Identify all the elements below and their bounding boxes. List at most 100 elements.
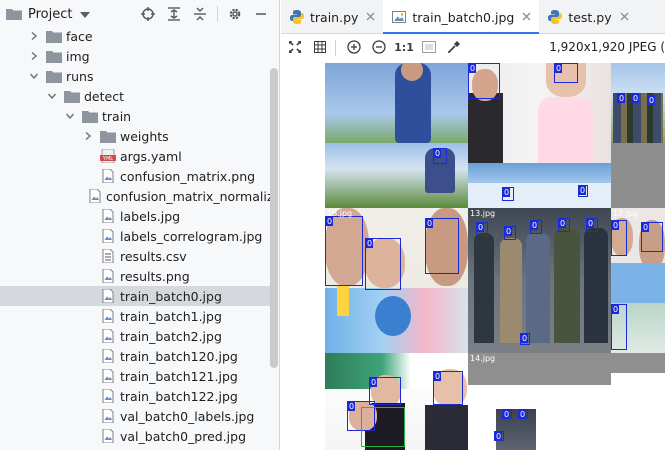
- tree-item[interactable]: face: [0, 28, 272, 46]
- project-title[interactable]: Project: [28, 7, 72, 22]
- tree-item[interactable]: labels_correlogram.jpg: [0, 226, 272, 246]
- python-file-icon: [289, 9, 305, 25]
- tree-item-label: labels_correlogram.jpg: [120, 228, 263, 244]
- tree-item-label: args.yaml: [120, 148, 182, 164]
- tree-item-label: detect: [84, 88, 124, 104]
- detection-box: 0: [617, 93, 626, 103]
- detection-class-label: 0: [503, 188, 511, 197]
- tree-item[interactable]: results.png: [0, 266, 272, 286]
- tree-item[interactable]: train_batch0.jpg: [0, 286, 272, 306]
- close-icon[interactable]: [522, 11, 531, 24]
- collapse-all-icon[interactable]: [187, 5, 213, 23]
- image-info: 1,920x1,920 JPEG (: [549, 40, 665, 54]
- background-icon[interactable]: [418, 36, 440, 58]
- chevron-right-icon[interactable]: [28, 30, 40, 42]
- image-tile: [611, 143, 665, 208]
- detection-box: 0: [641, 222, 663, 252]
- tree-item[interactable]: train_batch121.jpg: [0, 366, 272, 386]
- tree-item[interactable]: runs: [0, 66, 272, 86]
- detection-box: 0: [586, 218, 598, 232]
- tree-item[interactable]: results.csv: [0, 246, 272, 266]
- detection-class-label: 0: [618, 94, 626, 103]
- tree-item[interactable]: train_batch2.jpg: [0, 326, 272, 346]
- chevron-right-icon[interactable]: [28, 50, 40, 62]
- detection-box: 0: [611, 304, 627, 350]
- folder-icon: [46, 29, 62, 43]
- detection-class-label: 0: [555, 64, 563, 73]
- image-file-icon: [100, 209, 116, 223]
- locate-icon[interactable]: [135, 5, 161, 23]
- tree-item-label: face: [66, 28, 93, 44]
- tree-item[interactable]: val_batch0_pred.jpg: [0, 426, 272, 446]
- tile-filename: 18.jpg: [327, 209, 353, 218]
- chevron-down-icon[interactable]: [80, 12, 91, 18]
- image-file-icon: [100, 269, 116, 283]
- chevron-down-icon[interactable]: [46, 90, 58, 102]
- editor-tab[interactable]: test.py: [539, 0, 636, 34]
- tree-item[interactable]: YML args.yaml: [0, 146, 272, 166]
- tree-item[interactable]: detect: [0, 86, 272, 106]
- editor-area: train.py train_batch0.jpg test.py 1:1 1,92…: [281, 0, 665, 450]
- tree-item[interactable]: confusion_matrix_normalized.png: [0, 186, 272, 206]
- gear-icon[interactable]: [222, 5, 248, 23]
- detection-class-label: 0: [503, 410, 511, 419]
- detection-class-label: 0: [426, 219, 434, 228]
- grid-icon[interactable]: [309, 36, 331, 58]
- chevron-right-icon[interactable]: [82, 130, 94, 142]
- detection-box: 0: [433, 148, 447, 164]
- image-file-icon: [100, 429, 116, 443]
- detection-box: 0: [365, 238, 401, 290]
- tree-item[interactable]: train_batch120.jpg: [0, 346, 272, 366]
- detection-box: 0: [504, 226, 516, 240]
- detection-class-label: 0: [370, 378, 378, 387]
- tree-item-label: train_batch122.jpg: [120, 388, 238, 404]
- detection-class-label: 0: [434, 149, 442, 158]
- chevron-down-icon[interactable]: [28, 70, 40, 82]
- folder-icon: [100, 129, 116, 143]
- tab-label: test.py: [568, 9, 612, 25]
- image-tile: 0 0: [468, 163, 611, 208]
- chevron-down-icon[interactable]: [64, 110, 76, 122]
- detection-class-label: 0: [505, 227, 513, 236]
- close-icon[interactable]: [620, 11, 629, 24]
- zoom-out-icon[interactable]: [368, 36, 390, 58]
- detection-box: [361, 407, 405, 447]
- detection-class-label: 0: [642, 223, 650, 232]
- tree-item[interactable]: val_batch0_labels.jpg: [0, 406, 272, 426]
- detection-class-label: 0: [579, 186, 587, 195]
- tree-item[interactable]: train_batch1.jpg: [0, 306, 272, 326]
- expand-all-icon[interactable]: [161, 5, 187, 23]
- close-icon[interactable]: [366, 11, 375, 24]
- editor-tab[interactable]: train.py: [281, 0, 383, 34]
- tree-item[interactable]: labels.jpg: [0, 206, 272, 226]
- project-tree: face img runs detect train weights YML args.yam…: [0, 28, 272, 450]
- tab-label: train.py: [310, 9, 359, 25]
- tree-scrollbar[interactable]: [270, 68, 278, 368]
- tree-item[interactable]: train: [0, 106, 272, 126]
- image-file-icon: [100, 409, 116, 423]
- zoom-in-icon[interactable]: [343, 36, 365, 58]
- tree-item[interactable]: img: [0, 46, 272, 66]
- tree-item[interactable]: train_batch122.jpg: [0, 386, 272, 406]
- color-picker-icon[interactable]: [443, 36, 465, 58]
- actual-size-button[interactable]: 1:1: [393, 36, 415, 58]
- detection-class-label: 0: [612, 305, 620, 314]
- editor-tab[interactable]: train_batch0.jpg: [383, 0, 540, 35]
- project-header: Project: [0, 0, 280, 28]
- tree-item-label: results.csv: [120, 248, 187, 264]
- image-file-icon: [100, 349, 116, 363]
- tree-item[interactable]: weights: [0, 126, 272, 146]
- fit-to-window-icon[interactable]: [284, 36, 306, 58]
- detection-class-label: 0: [587, 219, 595, 228]
- tree-item[interactable]: confusion_matrix.png: [0, 166, 272, 186]
- minimize-icon[interactable]: [248, 5, 274, 23]
- detection-class-label: 0: [648, 96, 656, 105]
